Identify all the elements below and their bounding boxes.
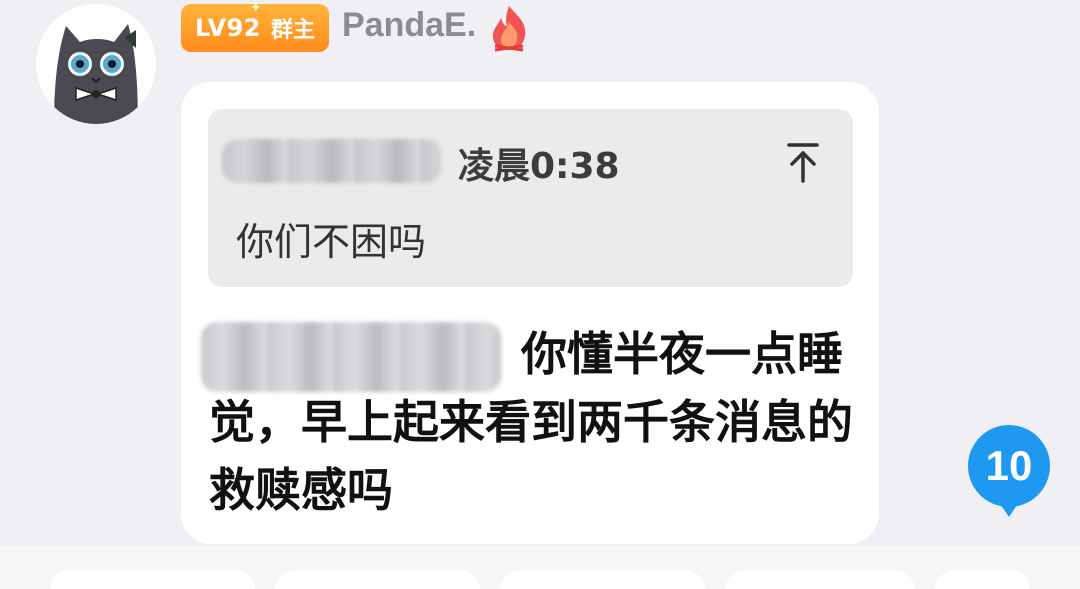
toolbar-chip[interactable] xyxy=(500,570,705,589)
toolbar-chip[interactable] xyxy=(725,570,915,589)
toolbar-chip[interactable] xyxy=(935,570,1030,589)
sender-name[interactable]: PandaE. xyxy=(342,6,476,45)
toolbar-chip[interactable] xyxy=(275,570,480,589)
jump-to-original-icon[interactable] xyxy=(783,141,823,185)
message-text: 你懂半夜一点睡觉，早上起来看到两千条消息的救赎感吗 xyxy=(209,327,853,517)
cat-avatar-icon xyxy=(36,4,156,124)
unread-count-badge[interactable]: 10 xyxy=(968,425,1050,517)
blurred-quoted-sender xyxy=(222,139,442,183)
chat-view: LV92 群主 ✦ PandaE. 凌晨0:38 你们不困吗 你懂半夜一点睡觉，… xyxy=(0,0,1080,589)
quoted-message[interactable]: 凌晨0:38 你们不困吗 xyxy=(208,109,853,287)
message-bubble[interactable]: 凌晨0:38 你们不困吗 你懂半夜一点睡觉，早上起来看到两千条消息的救赎感吗 xyxy=(181,82,879,544)
quoted-time: 凌晨0:38 xyxy=(458,146,620,187)
quoted-text: 你们不困吗 xyxy=(236,220,427,264)
flame-icon xyxy=(493,6,526,52)
toolbar-chip[interactable] xyxy=(50,570,255,589)
sparkle-icon: ✦ xyxy=(250,0,262,16)
bottom-toolbar xyxy=(0,546,1080,589)
level-label: LV92 xyxy=(195,14,261,42)
sender-avatar[interactable] xyxy=(36,4,156,124)
role-label: 群主 xyxy=(270,18,315,43)
